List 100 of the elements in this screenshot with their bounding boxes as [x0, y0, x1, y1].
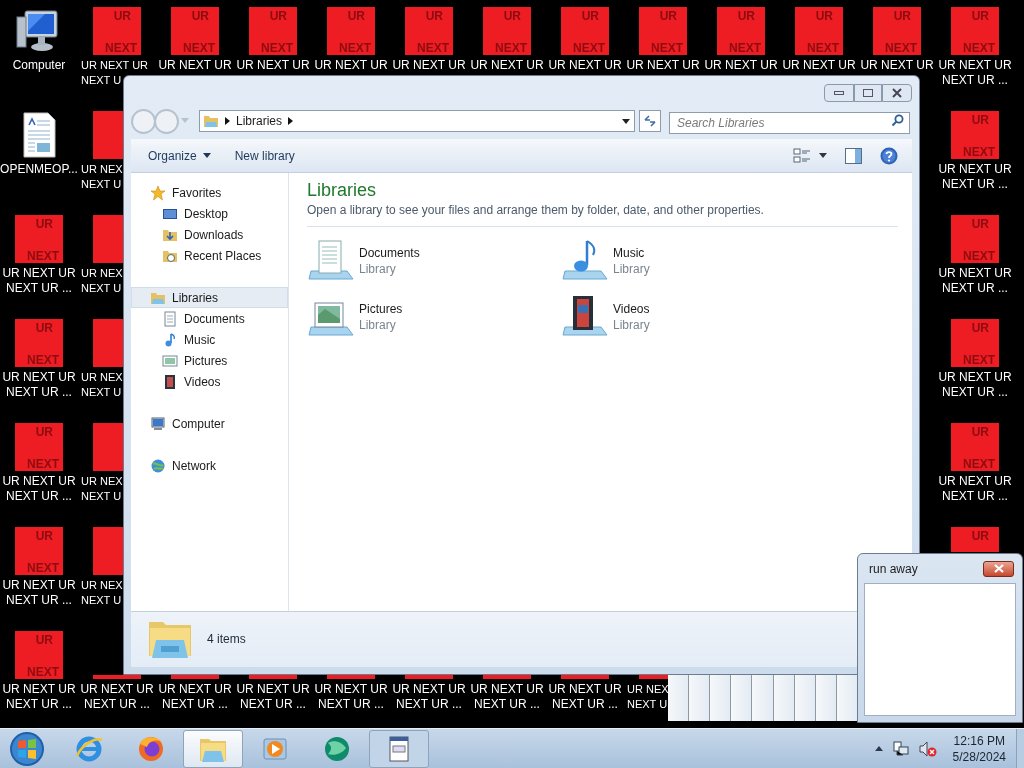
close-button[interactable]	[882, 84, 912, 102]
nav-item[interactable]: Videos	[131, 371, 288, 392]
icon-label[interactable]: UR NEXT UR	[158, 58, 232, 73]
shortcut-tile-icon[interactable]	[561, 675, 609, 679]
network-icon[interactable]	[892, 740, 909, 757]
nav-item[interactable]: Music	[131, 329, 288, 350]
clock-time[interactable]: 12:16 PM	[953, 732, 1005, 749]
close-icon	[892, 88, 902, 98]
shortcut-tile-icon[interactable]	[405, 675, 453, 679]
help-icon[interactable]	[880, 146, 898, 165]
icon-label[interactable]: OPENMEOP...	[0, 162, 78, 177]
menu-button[interactable]: Organize	[141, 143, 218, 168]
icon-label[interactable]: UR NEX NEXT U	[624, 682, 669, 712]
icon-label[interactable]: UR NEXT UR NEXT UR ...	[2, 682, 76, 712]
shortcut-tile-icon[interactable]	[93, 675, 141, 679]
item-count: 4 items	[207, 631, 246, 648]
icon-label[interactable]: UR NEXT UR NEXT UR ...	[938, 474, 1012, 504]
icon-label[interactable]: UR NEXT UR	[860, 58, 934, 73]
icon-label[interactable]: UR NEXT UR NEXT UR ...	[236, 682, 310, 712]
icon-label[interactable]: UR NEXT UR	[314, 58, 388, 73]
icon-label[interactable]: UR NEXT UR	[626, 58, 700, 73]
shortcut-tile-icon[interactable]	[171, 675, 219, 679]
search-field[interactable]: Search Libraries	[669, 112, 910, 134]
icon-label[interactable]: UR NEXT UR NEXT UR ...	[938, 266, 1012, 296]
icon-label[interactable]: UR NEXT UR NEXT UR ...	[938, 162, 1012, 192]
show-desktop-button[interactable]	[1016, 728, 1024, 768]
icon-label[interactable]: UR NEXT UR	[392, 58, 466, 73]
icon-label[interactable]: Computer	[12, 58, 66, 73]
chevron-icon[interactable]	[288, 117, 294, 125]
nav-item[interactable]: Downloads	[131, 224, 288, 245]
breadcrumb[interactable]: Libraries	[236, 112, 283, 130]
shortcut-tile-icon[interactable]	[93, 319, 123, 367]
library-item[interactable]: Documents Library	[307, 233, 561, 289]
icon-label[interactable]: UR NEXT UR NEXT UR ...	[938, 370, 1012, 400]
icon-label[interactable]: UR NEXT UR NEXT UR ...	[548, 682, 622, 712]
library-item[interactable]: Pictures Library	[307, 289, 561, 345]
shortcut-tile-icon[interactable]	[483, 675, 531, 679]
nav-item[interactable]: Libraries	[131, 287, 288, 308]
icon-label[interactable]: UR NEXT UR NEXT UR ...	[2, 578, 76, 608]
nav-item[interactable]: Network	[131, 455, 288, 476]
shortcut-tile-icon[interactable]	[93, 111, 123, 159]
nav-item[interactable]: Pictures	[131, 350, 288, 371]
film-icon	[162, 373, 178, 390]
caret-icon[interactable]	[819, 153, 827, 158]
shortcut-tile-icon[interactable]	[327, 675, 375, 679]
nav-item[interactable]: Favorites	[131, 182, 288, 203]
icon-label[interactable]: UR NEXT UR NEXT UR ...	[2, 474, 76, 504]
show-hidden-icons-icon[interactable]	[874, 746, 883, 751]
refresh-button[interactable]	[639, 110, 661, 132]
icon-label[interactable]: UR NEXT UR	[470, 58, 544, 73]
library-item[interactable]: Videos Library	[561, 289, 815, 345]
icon-label[interactable]: UR NEX NEXT U	[78, 578, 123, 608]
speaker-muted-icon[interactable]	[918, 740, 937, 757]
icon-label[interactable]: UR NEX NEXT U	[78, 162, 123, 192]
chevron-icon[interactable]	[225, 117, 230, 125]
back-button[interactable]	[131, 108, 156, 134]
library-folder-icon	[203, 113, 219, 129]
library-item[interactable]: Music Library	[561, 233, 815, 289]
view-icon[interactable]	[793, 147, 811, 164]
icon-label[interactable]: UR NEXT UR NEXT UR ...	[2, 266, 76, 296]
icon-label[interactable]: UR NEXT UR NEXT UR ...	[314, 682, 388, 712]
minimize-button[interactable]	[824, 84, 854, 102]
icon-label[interactable]: UR NEX NEXT U	[78, 474, 123, 504]
icon-label[interactable]: UR NEXT UR	[548, 58, 622, 73]
caret-icon[interactable]	[622, 118, 630, 124]
icon-label[interactable]: UR NEX NEXT U	[78, 266, 123, 296]
nav-item[interactable]: Recent Places	[131, 245, 288, 266]
icon-label[interactable]: UR NEXT UR	[782, 58, 856, 73]
icon-label[interactable]: UR NEXT UR	[704, 58, 778, 73]
nav-item[interactable]: Documents	[131, 308, 288, 329]
forward-button[interactable]	[154, 108, 179, 134]
close-button[interactable]	[983, 560, 1014, 577]
close-icon	[993, 564, 1004, 573]
icon-label[interactable]: UR NEXT UR NEXT UR ...	[158, 682, 232, 712]
caret-icon	[202, 153, 211, 158]
shortcut-tile-icon[interactable]	[93, 423, 123, 471]
shortcut-tile-icon[interactable]	[249, 675, 297, 679]
icon-label[interactable]: UR NEXT UR	[236, 58, 310, 73]
maximize-button[interactable]	[854, 84, 882, 102]
address-bar[interactable]: Libraries	[199, 110, 635, 132]
preview-pane-icon[interactable]	[845, 147, 862, 164]
icon-label[interactable]: UR NEXT UR NEXT U	[78, 58, 149, 88]
shortcut-tile-icon[interactable]	[93, 527, 123, 575]
clock-date[interactable]: 5/28/2024	[952, 748, 1006, 765]
shortcut-tile-icon[interactable]	[93, 215, 123, 263]
icon-label[interactable]: UR NEXT UR NEXT UR ...	[938, 58, 1012, 88]
icon-label[interactable]: UR NEXT UR NEXT UR ...	[2, 370, 76, 400]
shortcut-tile-icon[interactable]	[639, 675, 668, 679]
icon-label[interactable]: UR NEXT UR NEXT UR ...	[392, 682, 466, 712]
icon-label[interactable]: UR NEXT UR NEXT UR ...	[80, 682, 154, 712]
nav-item[interactable]: Computer	[131, 413, 288, 434]
toolbar-button[interactable]: New library	[227, 143, 302, 168]
icon-label[interactable]: UR NEX NEXT U	[78, 370, 123, 400]
nav-item[interactable]: Desktop	[131, 203, 288, 224]
search-icon[interactable]	[891, 114, 904, 127]
taskbar-button[interactable]	[369, 729, 429, 768]
icon-label[interactable]: UR NEXT UR NEXT UR ...	[470, 682, 544, 712]
page-heading: Libraries	[307, 179, 378, 202]
picture-icon	[162, 352, 178, 369]
computer-icon	[150, 415, 166, 432]
